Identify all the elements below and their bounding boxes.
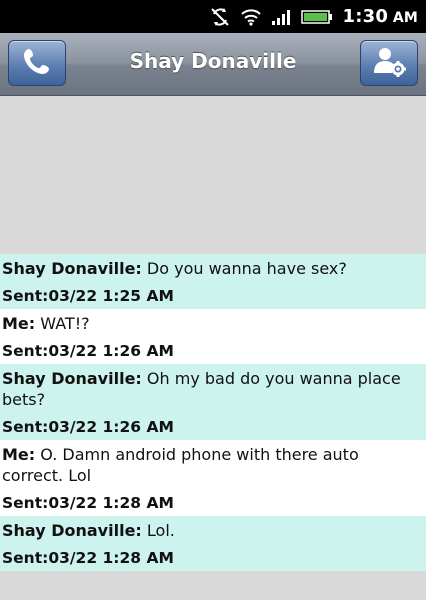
message-sent-time: Sent:03/22 1:26 AM	[2, 342, 174, 360]
message-text: O. Damn android phone with there auto co…	[2, 445, 359, 485]
contact-settings-icon	[371, 45, 407, 81]
message-text: Do you wanna have sex?	[146, 259, 347, 278]
conversation-header: Shay Donaville	[0, 33, 426, 96]
message-body: Me: WAT!?	[2, 313, 424, 334]
sync-off-icon	[209, 6, 231, 28]
message-sender: Shay Donaville:	[2, 369, 142, 388]
message-item[interactable]: Me: O. Damn android phone with there aut…	[0, 440, 426, 516]
status-clock: 1:30 AM	[343, 6, 418, 27]
message-sender: Me:	[2, 445, 36, 464]
status-bar: 1:30 AM	[0, 0, 426, 33]
status-icons: 1:30 AM	[209, 0, 418, 33]
wifi-icon	[240, 8, 261, 26]
call-button[interactable]	[8, 40, 66, 86]
message-sent-time: Sent:03/22 1:26 AM	[2, 418, 174, 436]
message-body: Me: O. Damn android phone with there aut…	[2, 444, 424, 486]
contact-name-title: Shay Donaville	[129, 49, 297, 73]
message-sender: Shay Donaville:	[2, 259, 142, 278]
message-sent-time: Sent:03/22 1:28 AM	[2, 549, 174, 567]
message-sender: Shay Donaville:	[2, 521, 142, 540]
contact-settings-button[interactable]	[360, 40, 418, 86]
phone-icon	[22, 46, 52, 80]
message-body: Shay Donaville: Lol.	[2, 520, 424, 541]
message-text: Lol.	[146, 521, 175, 540]
message-item[interactable]: Shay Donaville: Lol. Sent:03/22 1:28 AM	[0, 516, 426, 571]
clock-ampm: AM	[392, 10, 418, 26]
message-text: WAT!?	[40, 314, 90, 333]
message-item[interactable]: Shay Donaville: Oh my bad do you wanna p…	[0, 364, 426, 440]
message-body: Shay Donaville: Oh my bad do you wanna p…	[2, 368, 424, 410]
message-sent-time: Sent:03/22 1:25 AM	[2, 287, 174, 305]
message-sent-time: Sent:03/22 1:28 AM	[2, 494, 174, 512]
message-item[interactable]: Me: WAT!? Sent:03/22 1:26 AM	[0, 309, 426, 364]
clock-time: 1:30	[342, 6, 389, 27]
message-sender: Me:	[2, 314, 36, 333]
message-item[interactable]: Shay Donaville: Do you wanna have sex? S…	[0, 254, 426, 309]
message-body: Shay Donaville: Do you wanna have sex?	[2, 258, 424, 279]
battery-icon	[300, 9, 333, 25]
signal-icon	[271, 8, 291, 26]
message-thread[interactable]: Shay Donaville: Do you wanna have sex? S…	[0, 254, 426, 571]
